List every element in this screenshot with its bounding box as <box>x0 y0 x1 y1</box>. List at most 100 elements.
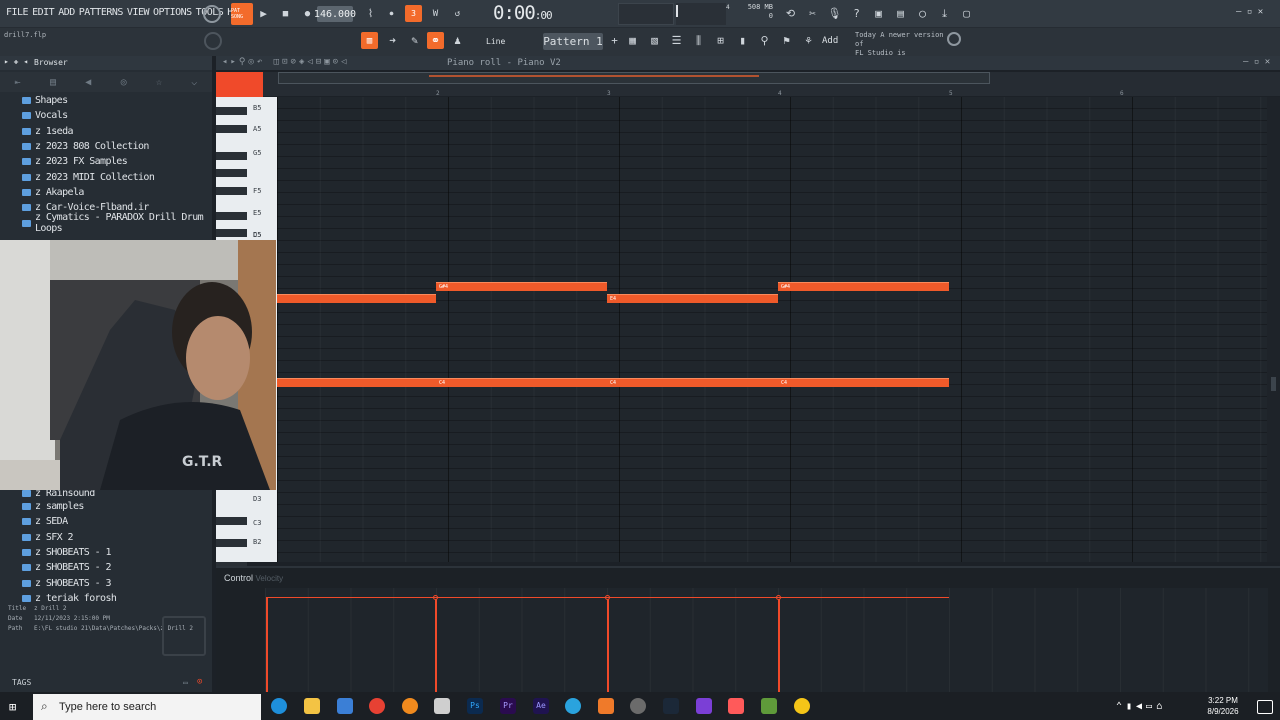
countdown-icon[interactable]: 3 <box>405 5 422 22</box>
windows-start-icon[interactable]: ⊞ <box>9 700 16 714</box>
app-yellow-icon[interactable] <box>794 698 810 714</box>
search-icon[interactable]: ◎ <box>121 77 127 88</box>
stamp-icon[interactable]: ♟ <box>449 32 466 49</box>
pat-song-toggle[interactable]: PAT SONG <box>231 3 253 25</box>
midi-note[interactable] <box>277 294 437 303</box>
steam-icon[interactable] <box>663 698 679 714</box>
save-icon[interactable]: ▣ <box>870 5 887 22</box>
microphone-icon[interactable]: 🎙 <box>826 5 843 22</box>
download-icon[interactable]: ⤓ <box>936 5 953 22</box>
splitter[interactable] <box>216 566 1280 568</box>
folder-item[interactable]: z Cymatics - PARADOX Drill Drum Loops <box>0 212 212 234</box>
add-pattern-icon[interactable]: + <box>606 32 623 49</box>
fl-studio-icon[interactable] <box>598 698 614 714</box>
taskbar-search-box[interactable]: ⌕ Type here to search <box>33 694 261 720</box>
black-key[interactable] <box>216 212 247 220</box>
velocity-bar[interactable] <box>435 597 437 692</box>
black-key[interactable] <box>216 517 247 525</box>
folder-item[interactable]: z SEDA <box>0 514 212 529</box>
playlist-icon[interactable]: ▦ <box>624 32 641 49</box>
folder-item[interactable]: z 2023 MIDI Collection <box>0 169 212 184</box>
note-grid[interactable]: G#4 E4 G#4 C4 C4 C4 <box>277 97 1267 562</box>
add-button[interactable]: Add <box>822 36 838 46</box>
panel-close-icon[interactable]: ✕ <box>1265 57 1270 67</box>
settings-knob-icon[interactable] <box>947 32 961 46</box>
note-color-swatch[interactable] <box>216 72 263 98</box>
premiere-icon[interactable]: Pr <box>500 698 516 714</box>
midi-note[interactable]: E4 <box>607 294 779 303</box>
folder-item[interactable]: Vocals <box>0 108 212 123</box>
vertical-scrollbar[interactable] <box>1267 97 1280 562</box>
file-icon[interactable]: ▤ <box>50 77 56 88</box>
star-icon[interactable]: ☆ <box>156 77 162 88</box>
collapse-icon[interactable]: ⇤ <box>15 77 21 88</box>
system-tray-icons[interactable]: ⌃▮◀▭⌂ <box>1116 701 1166 712</box>
midi-note[interactable] <box>277 378 437 387</box>
plugin-icon[interactable]: ⚲ <box>756 32 773 49</box>
folder-item[interactable]: z samples <box>0 499 212 514</box>
loop-record-icon[interactable]: ↺ <box>449 5 466 22</box>
velocity-bar[interactable] <box>778 597 780 692</box>
marketplace-icon[interactable]: ⚘ <box>800 32 817 49</box>
window-icon[interactable]: ▢ <box>958 5 975 22</box>
black-key[interactable] <box>216 125 247 133</box>
taskbar-clock[interactable]: 3:22 PM 8/9/2026 <box>1204 695 1242 717</box>
folder-item[interactable]: z 2023 808 Collection <box>0 139 212 154</box>
pattern-selector[interactable]: Pattern 1 <box>543 33 603 50</box>
snap-icon[interactable]: ▥ <box>361 32 378 49</box>
velocity-bar[interactable] <box>266 597 268 692</box>
master-volume-knob[interactable] <box>204 32 222 50</box>
folder-item[interactable]: z SHOBEATS - 2 <box>0 560 212 575</box>
minimize-icon[interactable]: – <box>1236 7 1241 17</box>
black-key[interactable] <box>216 229 247 237</box>
menu-patterns[interactable]: PATTERNS <box>77 7 125 18</box>
stop-icon[interactable]: ■ <box>277 5 294 22</box>
snap-mode-select[interactable]: Line <box>472 34 528 49</box>
midi-note[interactable]: C4 <box>778 378 950 387</box>
menu-options[interactable]: OPTIONS <box>151 7 194 18</box>
tempo-tap-icon[interactable]: ⚑ <box>778 32 795 49</box>
menu-add[interactable]: ADD <box>56 7 77 18</box>
play-icon[interactable]: ▶ <box>255 5 272 22</box>
app-g-icon[interactable] <box>728 698 744 714</box>
tag-search-icon[interactable]: ⊙ <box>197 677 202 687</box>
timeline-scrollbar[interactable] <box>278 72 990 84</box>
visual-studio-icon[interactable] <box>696 698 712 714</box>
menu-edit[interactable]: EDIT <box>30 7 56 18</box>
midi-note[interactable]: C4 <box>436 378 608 387</box>
control-label[interactable]: Control Velocity <box>224 573 283 583</box>
maximize-icon[interactable]: ▫ <box>1247 7 1252 17</box>
panel-minimize-icon[interactable]: – <box>1243 57 1248 67</box>
link-icon[interactable]: ⚭ <box>427 32 444 49</box>
menu-file[interactable]: FILE <box>4 7 30 18</box>
folder-item[interactable]: z SFX 2 <box>0 530 212 545</box>
black-key[interactable] <box>216 152 247 160</box>
sort-icon[interactable]: ⌵ <box>191 77 197 88</box>
velocity-bar[interactable] <box>607 597 609 692</box>
metronome-icon[interactable]: ⌇ <box>362 5 379 22</box>
channel-rack-icon[interactable]: ☰ <box>668 32 685 49</box>
help-icon[interactable]: ? <box>848 5 865 22</box>
tempo-display[interactable]: 146.000 <box>314 6 356 22</box>
file-explorer-icon[interactable] <box>304 698 320 714</box>
calculator-icon[interactable] <box>337 698 353 714</box>
mixer-view-icon[interactable]: ⫼ <box>690 32 707 49</box>
tags-label[interactable]: TAGS <box>12 678 31 687</box>
edge-icon[interactable] <box>271 698 287 714</box>
minecraft-icon[interactable] <box>761 698 777 714</box>
black-key[interactable] <box>216 107 247 115</box>
after-effects-icon[interactable]: Ae <box>533 698 549 714</box>
piano-roll-icon[interactable]: ▧ <box>646 32 663 49</box>
chat-icon[interactable]: ◯ <box>914 5 931 22</box>
browser-menu-icon[interactable]: ▸ ✚ ◂ <box>4 57 28 66</box>
black-key[interactable] <box>216 187 247 195</box>
notification-icon[interactable] <box>1257 700 1273 714</box>
media-player-icon[interactable] <box>434 698 450 714</box>
black-key[interactable] <box>216 169 247 177</box>
mixer-icon[interactable]: ▤ <box>892 5 909 22</box>
folder-item[interactable]: Shapes <box>0 93 212 108</box>
telegram-icon[interactable] <box>565 698 581 714</box>
browser-toggle-icon[interactable]: ▮ <box>734 32 751 49</box>
midi-note[interactable]: C4 <box>607 378 779 387</box>
firefox-icon[interactable] <box>402 698 418 714</box>
